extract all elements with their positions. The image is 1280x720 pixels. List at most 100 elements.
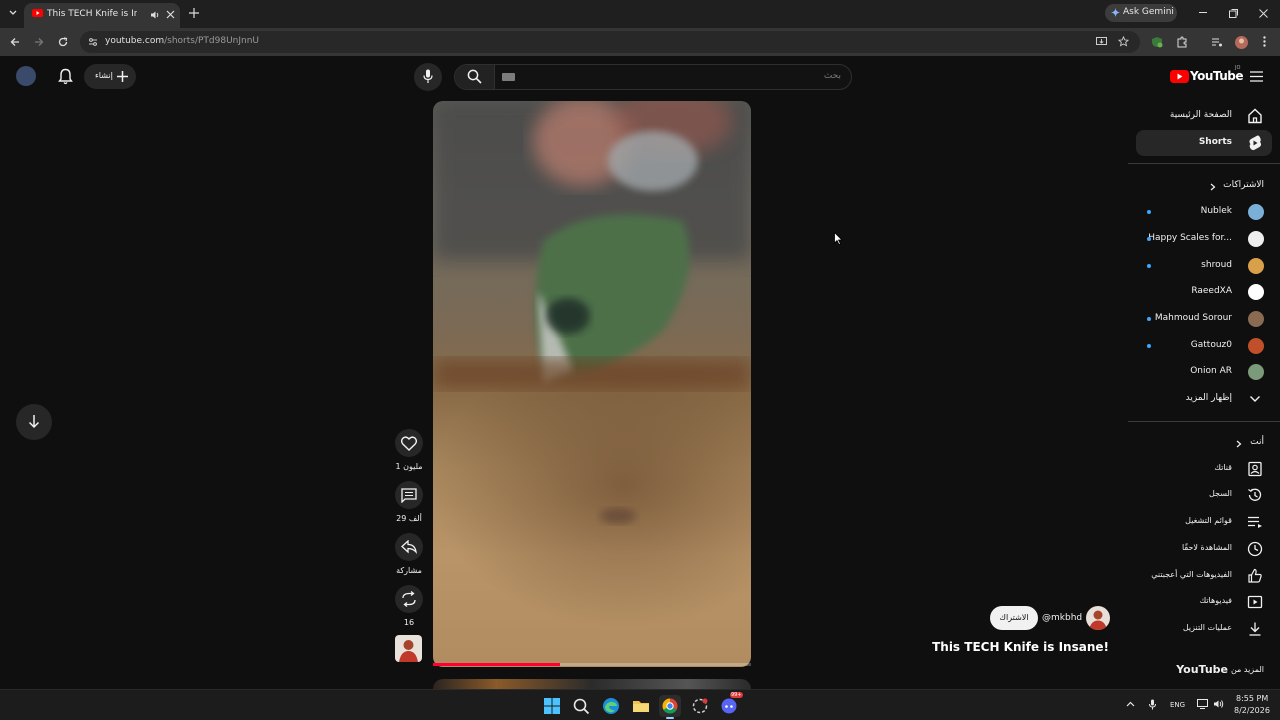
guide-menu-icon[interactable] [1250,71,1263,82]
browser-menu-icon[interactable] [1263,36,1266,47]
sidebar-item-subscription[interactable]: Gattouz0 [1136,333,1272,359]
taskbar-search-icon [573,698,590,715]
install-app-icon[interactable] [1096,37,1107,47]
sound-person-image [399,640,418,662]
remix-button[interactable] [395,585,423,613]
next-short-button[interactable] [16,404,52,440]
tab-search-icon[interactable] [8,8,18,18]
new-content-dot [1147,237,1151,241]
sidebar-item-subscription[interactable]: RaeedXA [1136,279,1272,305]
guide-item-home[interactable]: الصفحة الرئيسية [1136,103,1272,129]
youtube-logo[interactable]: YouTube JO [1170,65,1244,85]
tray-microphone-icon[interactable] [1149,699,1156,710]
extension-shield-icon[interactable] [1151,36,1163,48]
new-tab-icon[interactable] [189,8,199,18]
guide-show-more[interactable]: إظهار المزيد [1136,386,1272,412]
history-icon [1248,488,1262,501]
subscription-name: Gattouz0 [1190,340,1232,350]
mouse-cursor-icon [834,232,843,245]
taskbar-search-button[interactable] [570,695,592,717]
voice-search-button[interactable] [414,63,442,91]
start-button[interactable] [541,695,563,717]
tab-audio-icon[interactable] [150,10,160,20]
home-icon [1248,108,1262,124]
sidebar-item-downloads[interactable]: عمليات التنزيل [1136,616,1272,642]
downloads-icon [1249,622,1261,636]
extensions-puzzle-icon[interactable] [1176,36,1188,48]
video-title[interactable]: This TECH Knife is Insane! [932,640,1109,654]
bookmark-star-icon[interactable] [1118,36,1129,47]
guide-item-shorts[interactable]: Shorts [1136,130,1272,156]
guide-item-label: الصفحة الرئيسية [1169,110,1232,120]
edge-icon [603,698,619,714]
sidebar-item-playlists[interactable]: قوائم التشغيل [1136,509,1272,535]
back-icon[interactable] [10,37,20,47]
guide-you-header[interactable]: أنت [1136,435,1272,451]
comments-button[interactable] [395,481,423,509]
tab-close-icon[interactable] [166,10,175,19]
shorts-icon [1249,135,1262,151]
channel-avatar[interactable] [1086,606,1110,630]
clock-time[interactable]: 8:55 PM [1236,694,1268,703]
keyboard-icon[interactable] [502,73,515,81]
input-language[interactable]: ENG [1170,701,1185,709]
subscription-name: Nublek [1200,206,1232,216]
sound-thumbnail[interactable] [395,635,422,662]
sidebar-item-channel[interactable]: قناتك [1136,456,1272,482]
chrome-taskbar-button[interactable] [659,695,681,719]
tray-volume-icon[interactable] [1213,699,1224,709]
sidebar-item-subscription[interactable]: shroud [1136,253,1272,279]
sidebar-item-watch-later[interactable]: المشاهدة لاحقًا [1136,536,1272,562]
sidebar-item-your-videos[interactable]: فيديوهاتك [1136,589,1272,615]
edge-taskbar-button[interactable] [600,695,622,717]
notifications-bell-icon[interactable] [58,68,73,85]
tray-overflow-chevron-icon[interactable] [1126,701,1135,707]
new-content-dot [1147,210,1151,214]
subscription-name: Mahmoud Sorour [1154,313,1232,323]
reload-icon[interactable] [58,37,68,47]
profile-avatar-icon[interactable] [1235,36,1248,49]
discord-icon [721,698,737,714]
sidebar-item-liked[interactable]: الفيديوهات التي أعجبتني [1136,563,1272,589]
tray-network-icon[interactable] [1197,699,1208,709]
folder-icon [633,701,649,712]
address-bar[interactable]: youtube.com/shorts/PTd98UnJnnU [80,31,1140,53]
sidebar-item-history[interactable]: السجل [1136,482,1272,508]
search-input[interactable]: بحث [824,71,841,81]
site-info-icon[interactable] [88,37,98,47]
url-text: youtube.com/shorts/PTd98UnJnnU [105,36,259,46]
chevron-right-icon [1210,183,1216,191]
window-close-icon[interactable] [1259,9,1268,18]
ask-gemini-button[interactable]: Ask Gemini [1105,4,1177,22]
minimize-icon[interactable] [1199,12,1207,14]
shorts-video-player[interactable] [433,101,751,667]
watch-later-icon [1247,541,1263,557]
browser-tab[interactable]: This TECH Knife is Insane! - [24,3,180,28]
channel-handle[interactable]: @mkbhd [1042,613,1082,623]
share-button[interactable] [395,533,423,561]
sidebar-item-subscription[interactable]: Nublek [1136,199,1272,225]
sidebar-item-label: الفيديوهات التي أعجبتني [1151,570,1232,579]
sidebar-item-label: قناتك [1214,463,1232,472]
sidebar-item-subscription[interactable]: Happy Scales for... [1136,226,1272,252]
forward-icon[interactable] [34,37,44,47]
guide-subscriptions-header[interactable]: الاشتراكات [1136,178,1272,194]
restore-icon[interactable] [1229,9,1238,18]
share-label: مشاركة [396,566,422,575]
comment-icon [401,488,417,503]
like-button[interactable] [395,429,423,457]
search-button[interactable] [455,65,495,89]
clock-date[interactable]: 8/2/2026 [1234,706,1270,715]
discord-taskbar-button[interactable]: 99+ [718,692,743,717]
create-button[interactable]: إنشاء [84,64,136,89]
sidebar-item-subscription[interactable]: Onion AR [1136,359,1272,385]
screenshot-tool-taskbar-button[interactable] [689,695,711,717]
gemini-sparkle-icon [1111,8,1120,17]
media-controls-icon[interactable] [1211,37,1223,47]
sidebar-item-subscription[interactable]: Mahmoud Sorour [1136,306,1272,332]
share-icon [401,540,417,554]
file-explorer-taskbar-button[interactable] [630,695,652,717]
account-avatar[interactable] [16,66,36,86]
subscribe-button[interactable]: الاشتراك [990,606,1038,630]
your-videos-icon [1247,595,1263,609]
